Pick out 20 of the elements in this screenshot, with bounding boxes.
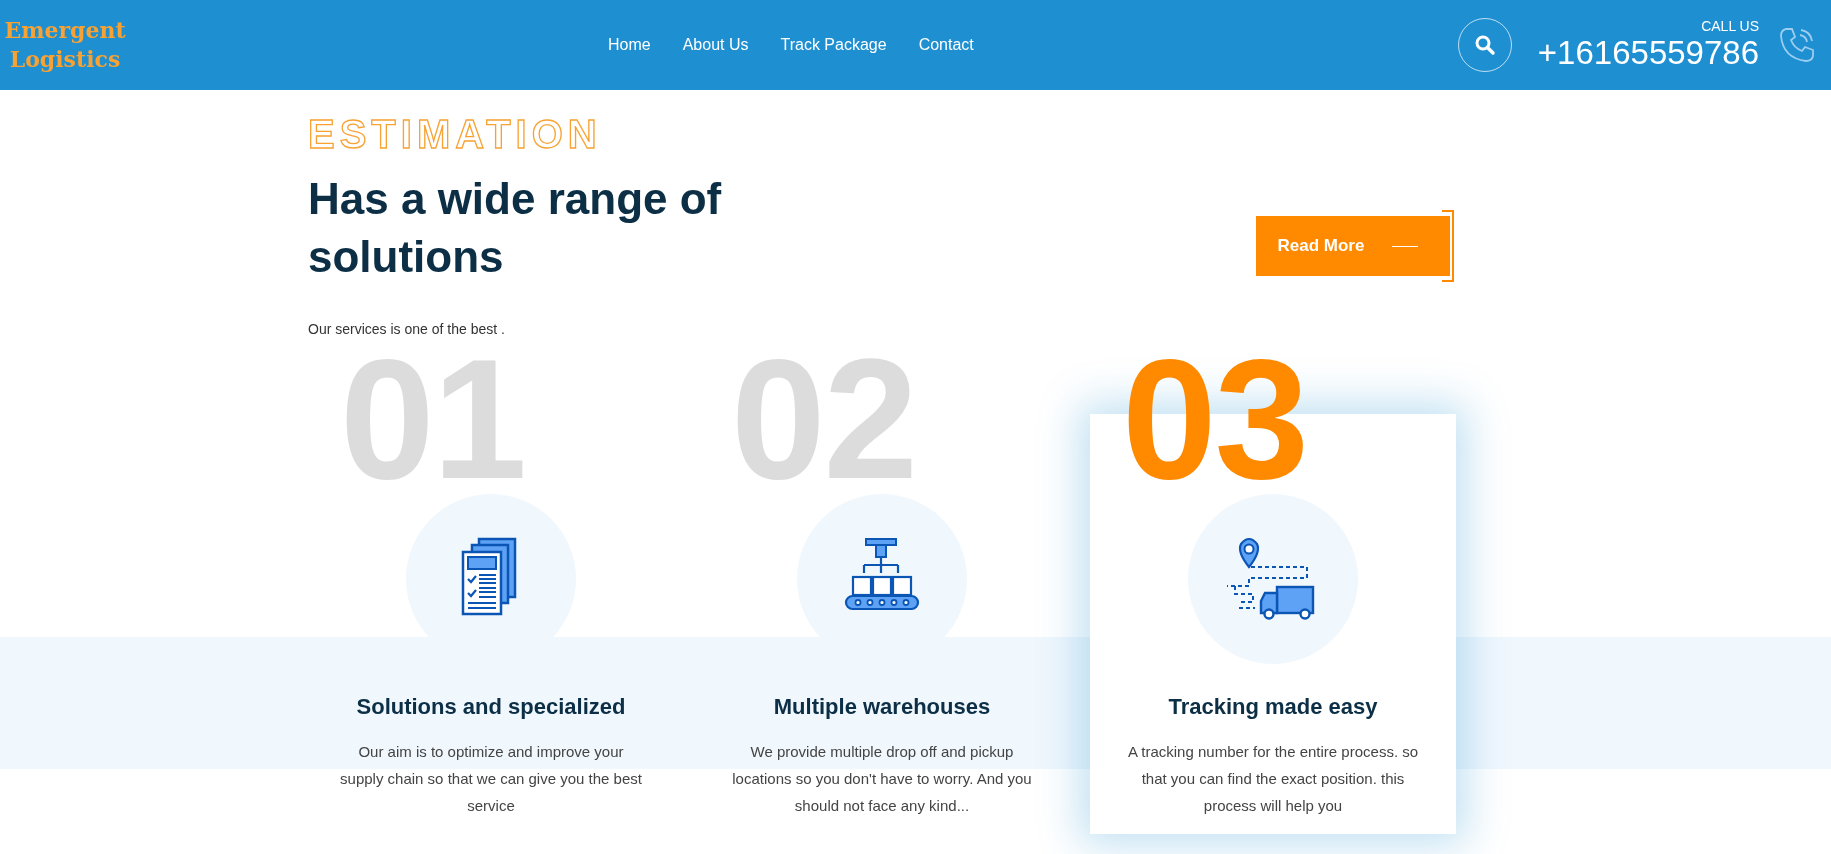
- nav-link[interactable]: Home: [608, 36, 651, 54]
- step-number: 03: [1121, 349, 1309, 489]
- read-more-button[interactable]: Read More: [1256, 216, 1450, 276]
- call-label: CALL US: [1701, 18, 1759, 34]
- search-icon: [1473, 34, 1496, 56]
- service-title: Multiple warehouses: [773, 694, 991, 720]
- section-heading: Has a wide range of solutions: [308, 173, 723, 283]
- phone-icon: [1777, 25, 1817, 65]
- section-eyebrow: ESTIMATION: [308, 111, 603, 158]
- section-text: Our services is one of the best .: [308, 321, 506, 337]
- service-title: Tracking made easy: [1168, 694, 1378, 720]
- service-title: Solutions and specialized: [356, 694, 626, 720]
- nav-link[interactable]: Track Package: [780, 36, 887, 54]
- nav-link[interactable]: Contact: [918, 36, 974, 54]
- service-description: A tracking number for the entire process. so that you can find the exact position. this process will help you: [1126, 742, 1420, 816]
- service-description: We provide multiple drop off and pickup locations so you don't have to worry. And you should not face any kind...: [731, 742, 1033, 816]
- nav-link[interactable]: About Us: [682, 36, 749, 54]
- phone-number[interactable]: +16165559786: [1537, 34, 1759, 72]
- service-description: Our aim is to optimize and improve your supply chain so that we can give you the best service: [339, 742, 643, 816]
- bracket-frame: [1442, 210, 1454, 282]
